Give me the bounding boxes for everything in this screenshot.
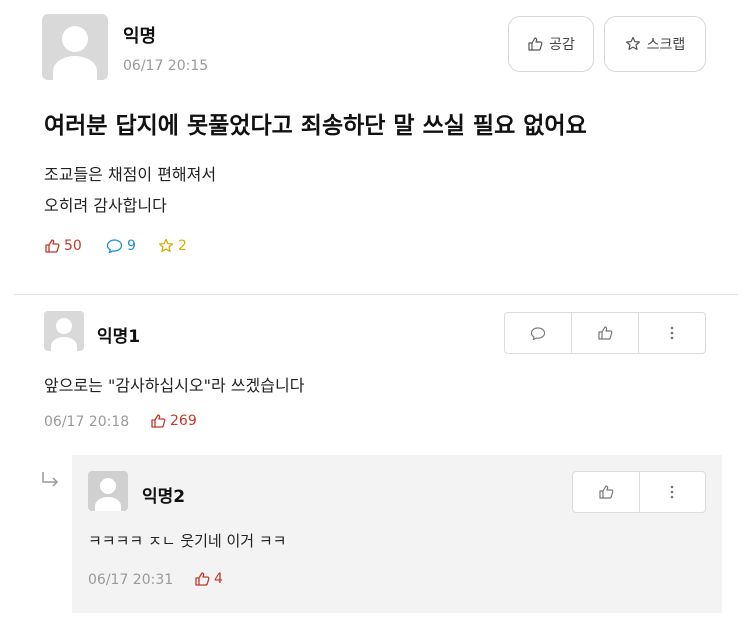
more-vertical-icon xyxy=(670,485,674,499)
comment-text: 앞으로는 "감사하십시오"라 쓰겠습니다 xyxy=(44,376,305,395)
comment-like-count-value: 269 xyxy=(170,413,197,429)
thumbs-up-icon xyxy=(598,484,614,500)
reply-author-avatar xyxy=(88,471,128,511)
comment-author-avatar xyxy=(44,311,84,351)
reply-arrow-icon xyxy=(40,470,62,490)
post-divider xyxy=(14,294,738,295)
post-body-line-1: 조교들은 채점이 편해져서 xyxy=(44,165,217,184)
comment-author-name: 익명1 xyxy=(97,327,141,347)
star-icon xyxy=(158,238,174,254)
reply-more-button[interactable] xyxy=(640,472,706,512)
reply-datetime: 06/17 20:31 xyxy=(88,572,174,588)
post-datetime: 06/17 20:15 xyxy=(123,58,209,74)
post-like-count-value: 50 xyxy=(64,238,82,254)
post-body-line-2: 오히려 감사합니다 xyxy=(44,196,167,215)
comment-like-button[interactable] xyxy=(572,313,639,353)
like-button[interactable]: 공감 xyxy=(508,16,594,72)
thumbs-up-icon xyxy=(150,413,166,429)
star-icon xyxy=(625,36,641,52)
post-like-count: 50 xyxy=(44,238,82,254)
reply-like-count: 4 xyxy=(194,571,223,587)
thumbs-up-icon xyxy=(597,325,613,341)
reply-action-group xyxy=(572,471,706,513)
comment-more-button[interactable] xyxy=(639,313,705,353)
comment-datetime: 06/17 20:18 xyxy=(44,414,130,430)
like-button-label: 공감 xyxy=(549,37,575,53)
post-title: 여러분 답지에 못풀었다고 죄송하단 말 쓰실 필요 없어요 xyxy=(44,113,587,139)
comment-action-group xyxy=(504,312,706,354)
reply-like-button[interactable] xyxy=(573,472,640,512)
post-author-avatar xyxy=(42,14,108,80)
reply-like-count-value: 4 xyxy=(214,571,223,587)
thumbs-up-icon xyxy=(527,36,543,52)
post-comment-count: 9 xyxy=(106,238,136,254)
post-author-name: 익명 xyxy=(123,26,157,47)
scrap-button-label: 스크랩 xyxy=(646,37,686,53)
comment-bubble-icon xyxy=(530,326,546,341)
comment-like-count: 269 xyxy=(150,413,197,429)
thumbs-up-icon xyxy=(194,571,210,587)
reply-author-name: 익명2 xyxy=(142,487,186,507)
post-comment-count-value: 9 xyxy=(127,238,136,254)
comment-bubble-icon xyxy=(106,238,123,254)
reply-text: ㅋㅋㅋㅋ ㅈㄴ 웃기네 이거 ㅋㅋ xyxy=(88,532,287,550)
post-scrap-count: 2 xyxy=(158,238,187,254)
post-scrap-count-value: 2 xyxy=(178,238,187,254)
more-vertical-icon xyxy=(670,326,674,340)
scrap-button[interactable]: 스크랩 xyxy=(604,16,706,72)
thumbs-up-icon xyxy=(44,238,60,254)
reply-button[interactable] xyxy=(505,313,572,353)
